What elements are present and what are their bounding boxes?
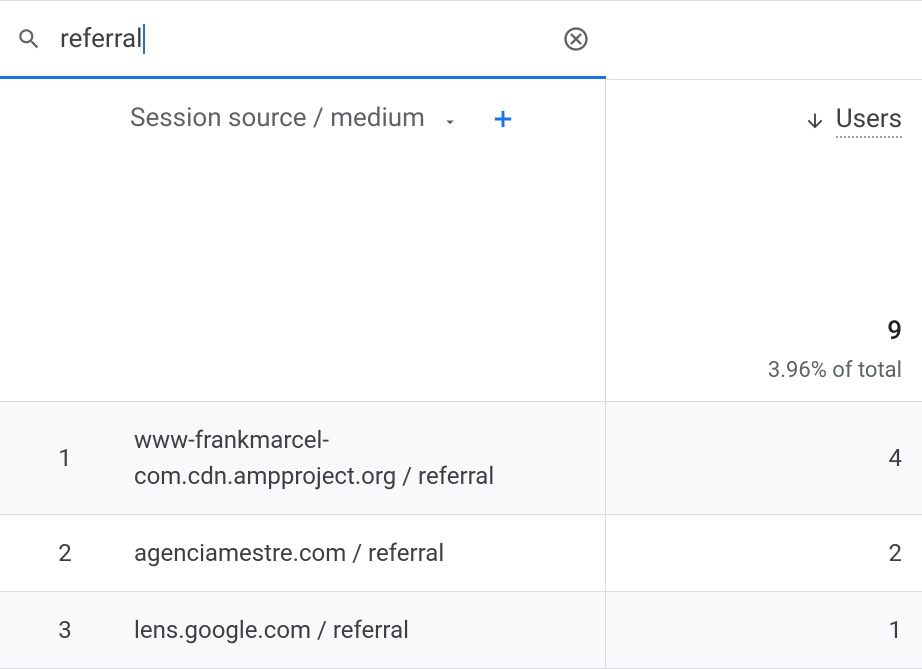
row-dimension: lens.google.com / referral: [130, 592, 606, 668]
summary-dimension-cell: [0, 158, 606, 402]
table-header-row: Session source / medium Users: [0, 79, 922, 158]
dimension-label[interactable]: Session source / medium: [130, 103, 425, 133]
clear-icon[interactable]: [562, 25, 590, 53]
metric-header-cell: Users: [606, 79, 922, 158]
summary-percent: 3.96% of total: [768, 358, 902, 383]
row-index: 1: [0, 402, 130, 514]
table-row[interactable]: 2 agenciamestre.com / referral 2: [0, 515, 922, 592]
table-row[interactable]: 3 lens.google.com / referral 1: [0, 592, 922, 669]
metric-label[interactable]: Users: [836, 104, 902, 138]
row-index: 2: [0, 515, 130, 591]
search-icon: [16, 26, 42, 52]
row-metric: 4: [606, 402, 922, 514]
table-row[interactable]: 1 www-frankmarcel-com.cdn.ampproject.org…: [0, 402, 922, 515]
plus-icon[interactable]: [489, 105, 517, 133]
arrow-down-icon[interactable]: [804, 110, 826, 132]
row-metric: 1: [606, 592, 922, 668]
dimension-header-cell: Session source / medium: [0, 79, 606, 158]
summary-value: 9: [887, 316, 902, 346]
chevron-down-icon[interactable]: [441, 113, 459, 131]
row-metric: 2: [606, 515, 922, 591]
row-dimension: agenciamestre.com / referral: [130, 515, 606, 591]
row-index: 3: [0, 592, 130, 668]
search-bar[interactable]: referral: [0, 1, 606, 79]
summary-row: 9 3.96% of total: [0, 158, 922, 402]
summary-metric-cell: 9 3.96% of total: [606, 158, 922, 402]
search-input[interactable]: referral: [60, 24, 145, 54]
row-dimension: www-frankmarcel-com.cdn.ampproject.org /…: [130, 402, 606, 514]
